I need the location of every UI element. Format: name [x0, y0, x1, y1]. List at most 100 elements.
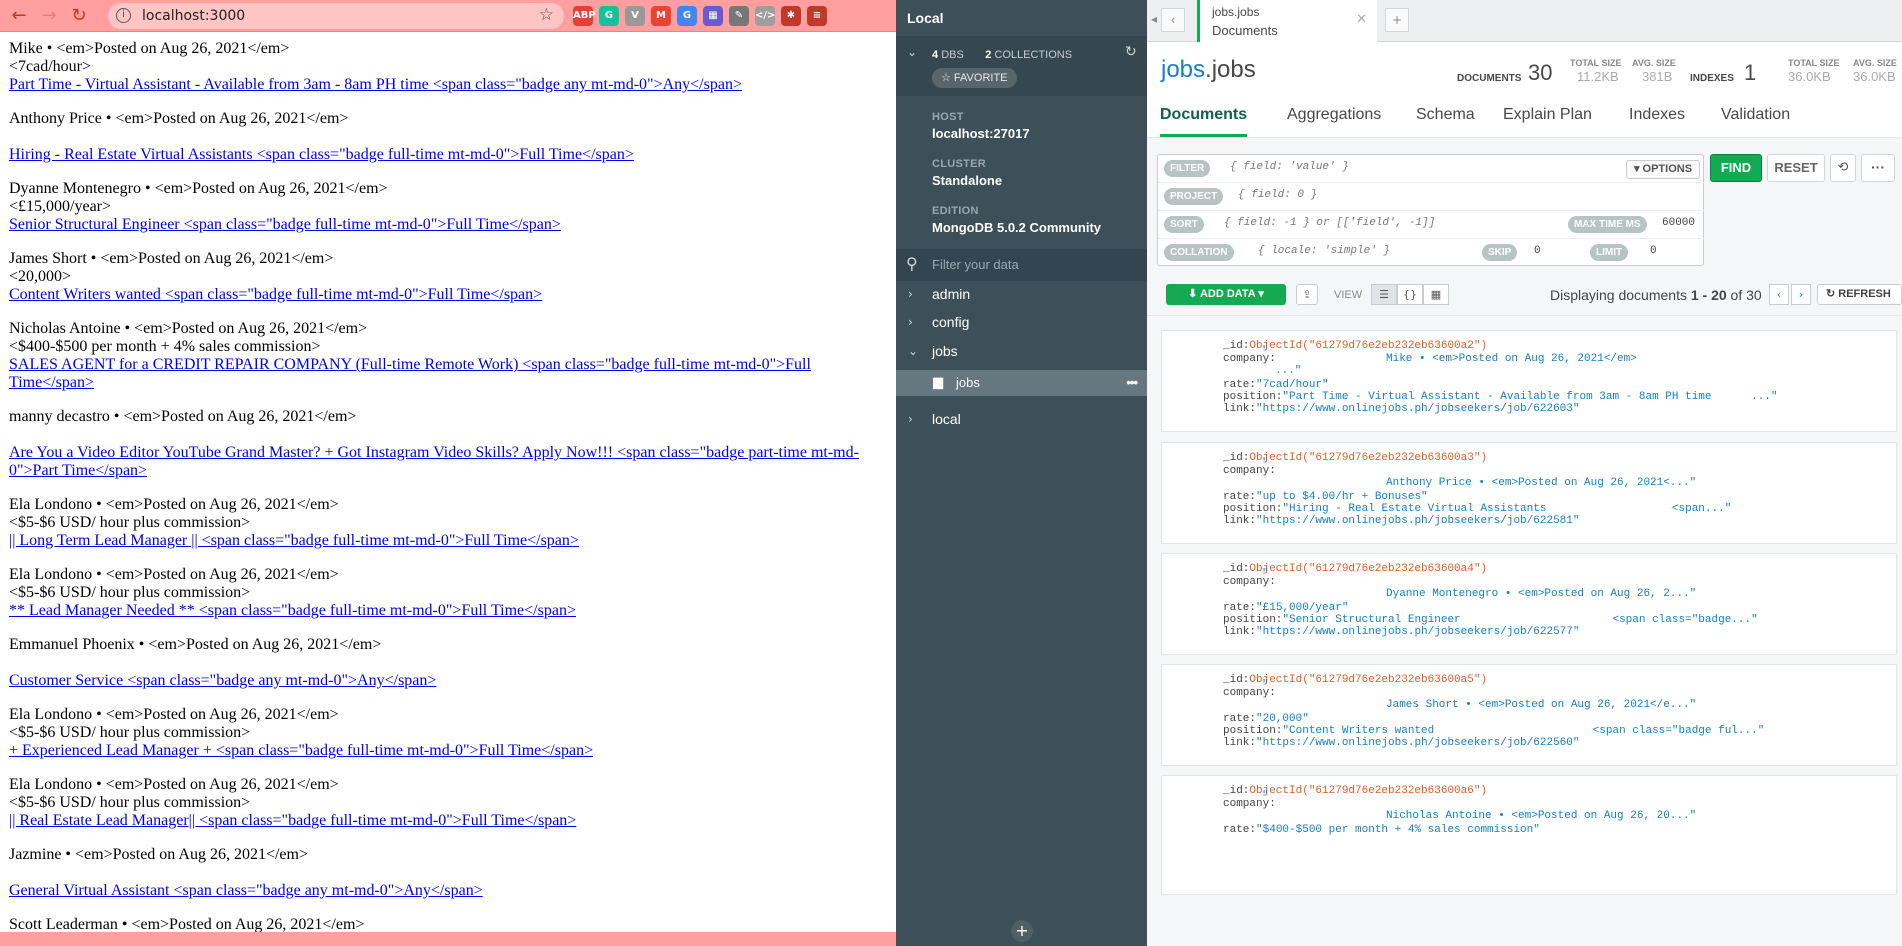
grammarly-icon[interactable]: G: [599, 6, 619, 26]
skip-label: SKIP: [1482, 244, 1518, 261]
filter-data-input[interactable]: ⚲ Filter your data: [896, 249, 1147, 281]
document-card[interactable]: _id:ObjectId("61279d76e2eb232eb63600a2")…: [1161, 330, 1897, 432]
job-link-line: Part Time - Virtual Assistant - Availabl…: [9, 76, 889, 94]
job-entry: manny decastro • <em>Posted on Aug 26, 2…: [9, 408, 889, 480]
sidebar-db-jobs[interactable]: ⌄ jobs: [896, 337, 1147, 365]
job-link[interactable]: SALES AGENT for a CREDIT REPAIR COMPANY …: [9, 356, 811, 391]
tab-documents[interactable]: Documents: [1160, 106, 1248, 137]
tab-jobs-jobs[interactable]: jobs.jobs Documents ✕: [1197, 0, 1377, 42]
chevron-down-icon[interactable]: ⌄: [907, 45, 917, 59]
next-page-icon[interactable]: ›: [1791, 284, 1811, 305]
tab-subtitle: Documents: [1212, 23, 1278, 38]
v-ext-icon[interactable]: V: [625, 6, 645, 26]
reset-button[interactable]: RESET: [1767, 154, 1825, 182]
collection-menu-icon[interactable]: •••: [1126, 370, 1138, 396]
document-card[interactable]: _id:ObjectId("61279d76e2eb232eb63600a6")…: [1161, 775, 1897, 895]
query-options-box: FILTER { field: 'value' } ▾ OPTIONS PROJ…: [1157, 154, 1705, 267]
chevron-right-icon: ›: [908, 412, 913, 426]
puzzle-icon[interactable]: ✱: [781, 6, 801, 26]
gmail-icon[interactable]: M: [651, 6, 671, 26]
json-view-icon[interactable]: {}: [1397, 284, 1423, 305]
job-link[interactable]: || Real Estate Lead Manager|| <span clas…: [9, 812, 576, 829]
job-link[interactable]: Senior Structural Engineer <span class="…: [9, 216, 561, 233]
refresh-button[interactable]: ↻ REFRESH: [1817, 284, 1902, 305]
document-card[interactable]: _id:ObjectId("61279d76e2eb232eb63600a5")…: [1161, 664, 1897, 766]
tab-explain-plan[interactable]: Explain Plan: [1503, 106, 1592, 124]
tab-indexes[interactable]: Indexes: [1629, 106, 1685, 124]
table-view-icon[interactable]: ▦: [1423, 284, 1449, 305]
collation-input[interactable]: { locale: 'simple' }: [1258, 245, 1390, 257]
job-link[interactable]: Are You a Video Editor YouTube Grand Mas…: [9, 444, 859, 479]
tab-bar: ◂ ‹ jobs.jobs Documents ✕ +: [1147, 0, 1902, 42]
skip-input[interactable]: 0: [1534, 245, 1541, 257]
job-meta: manny decastro • <em>Posted on Aug 26, 2…: [9, 408, 357, 425]
job-link[interactable]: Content Writers wanted <span class="badg…: [9, 286, 542, 303]
tab-aggregations[interactable]: Aggregations: [1287, 106, 1381, 124]
field-position: position:"Part Time - Virtual Assistant …: [1223, 391, 1778, 403]
create-database-button[interactable]: +: [1011, 920, 1033, 942]
maxtime-input[interactable]: 60000: [1662, 217, 1695, 229]
collation-row: COLLATION { locale: 'simple' } SKIP 0 LI…: [1158, 239, 1705, 267]
field-key: link:: [1223, 737, 1257, 749]
sidebar-db-config[interactable]: › config: [896, 308, 1147, 336]
field-key: position:: [1223, 614, 1283, 626]
history-icon[interactable]: ⟲: [1830, 154, 1856, 182]
close-icon[interactable]: ✕: [1356, 12, 1367, 27]
sort-input[interactable]: { field: -1 } or [['field', -1]]: [1224, 217, 1435, 229]
job-link[interactable]: + Experienced Lead Manager + <span class…: [9, 742, 593, 759]
address-bar[interactable]: i localhost:3000 ☆: [108, 3, 564, 29]
url-text[interactable]: localhost:3000: [142, 8, 245, 24]
tiles-ext-icon[interactable]: ▦: [703, 6, 723, 26]
g-ext-icon[interactable]: G: [677, 6, 697, 26]
search-icon: ⚲: [906, 254, 918, 273]
bookmark-star-icon[interactable]: ☆: [539, 5, 554, 25]
tab-prev-icon[interactable]: ‹: [1161, 8, 1185, 32]
document-card[interactable]: _id:ObjectId("61279d76e2eb232eb63600a3")…: [1161, 442, 1897, 544]
reload-icon[interactable]: ↻: [68, 5, 90, 27]
job-link[interactable]: || Long Term Lead Manager || <span class…: [9, 532, 579, 549]
document-card[interactable]: _id:ObjectId("61279d76e2eb232eb63600a4")…: [1161, 553, 1897, 655]
tab-schema[interactable]: Schema: [1416, 106, 1475, 124]
adblock-icon[interactable]: ABP: [573, 6, 596, 26]
field-value: ObjectId("61279d76e2eb232eb63600a5"): [1249, 674, 1488, 686]
list-view-icon[interactable]: ☰: [1371, 284, 1397, 305]
new-tab-icon[interactable]: +: [1385, 8, 1409, 32]
back-arrow-icon[interactable]: ←: [8, 5, 30, 27]
refresh-icon[interactable]: ↻: [1125, 44, 1137, 60]
job-link[interactable]: General Virtual Assistant <span class="b…: [9, 882, 483, 899]
export-icon[interactable]: ⇪: [1296, 284, 1318, 305]
limit-input[interactable]: 0: [1650, 245, 1657, 257]
sidebar-db-local[interactable]: › local: [896, 405, 1147, 433]
add-data-button[interactable]: ⬇ ADD DATA ▾: [1166, 284, 1286, 305]
job-link[interactable]: ** Lead Manager Needed ** <span class="b…: [9, 602, 576, 619]
eyedropper-icon[interactable]: ✎: [729, 6, 749, 26]
field-position: position:"Content Writers wanted <span c…: [1223, 725, 1764, 737]
info-icon[interactable]: i: [116, 8, 131, 23]
favorite-button[interactable]: ☆ FAVORITE: [932, 68, 1017, 88]
more-options-button[interactable]: ···: [1861, 154, 1895, 182]
job-link[interactable]: Hiring - Real Estate Virtual Assistants …: [9, 146, 634, 163]
field-link: link:"https://www.onlinejobs.ph/jobseeke…: [1223, 515, 1579, 527]
find-button[interactable]: FIND: [1710, 154, 1762, 182]
sidebar-db-admin[interactable]: › admin: [896, 280, 1147, 308]
sidebar-collection-jobs[interactable]: ▆ jobs •••: [896, 370, 1147, 396]
job-link-line: Customer Service <span class="badge any …: [9, 672, 889, 690]
tab-validation[interactable]: Validation: [1721, 106, 1790, 124]
prev-page-icon[interactable]: ‹: [1769, 284, 1789, 305]
field-key: position:: [1223, 391, 1283, 403]
playlist-icon[interactable]: ≡: [807, 6, 827, 26]
field-value: ObjectId("61279d76e2eb232eb63600a4"): [1249, 563, 1488, 575]
job-link[interactable]: Customer Service <span class="badge any …: [9, 672, 436, 689]
project-input[interactable]: { field: 0 }: [1238, 189, 1317, 201]
job-link[interactable]: Part Time - Virtual Assistant - Availabl…: [9, 76, 742, 93]
job-meta: Ela Londono • <em>Posted on Aug 26, 2021…: [9, 496, 339, 513]
scroll-left-icon[interactable]: ◂: [1149, 8, 1159, 32]
field-key: _id:: [1223, 340, 1250, 352]
collections-count: 2: [985, 49, 992, 61]
devtools-ext-icon[interactable]: </>: [755, 6, 775, 26]
options-button[interactable]: ▾ OPTIONS: [1626, 160, 1700, 179]
edition-label: EDITION: [932, 205, 979, 217]
db-name: jobs: [1161, 56, 1206, 83]
forward-arrow-icon[interactable]: →: [38, 5, 60, 27]
filter-input[interactable]: { field: 'value' }: [1230, 161, 1349, 173]
